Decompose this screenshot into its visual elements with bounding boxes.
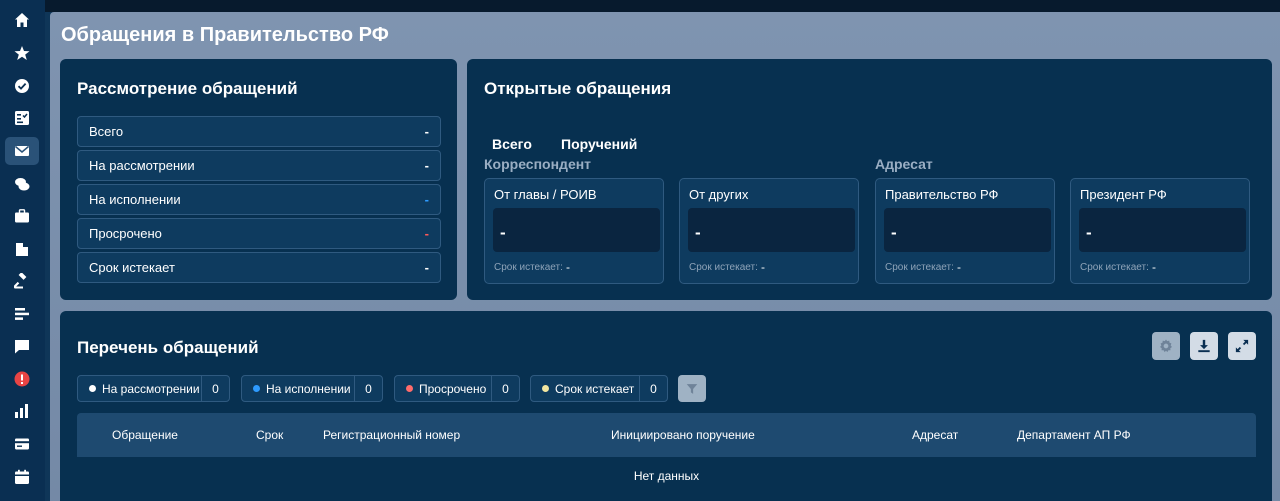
table-header: Обращение Срок Регистрационный номер Ини…	[77, 413, 1256, 457]
column-header-request[interactable]: Обращение	[112, 428, 178, 442]
status-dot	[542, 385, 549, 392]
status-dot	[89, 385, 96, 392]
tab-assignments[interactable]: Поручений	[561, 136, 637, 152]
list-card-title: Перечень обращений	[77, 338, 259, 357]
stat-value: -	[424, 260, 429, 275]
stat-value: -	[424, 226, 429, 241]
stat-card-deadline-value: -	[566, 260, 570, 274]
stat-card-others[interactable]: От других - Срок истекает: -	[679, 178, 859, 284]
stat-label: Срок истекает	[89, 260, 175, 275]
filter-chip-under-review[interactable]: На рассмотрении 0	[77, 375, 230, 402]
download-icon	[1198, 339, 1210, 353]
sidebar	[0, 0, 45, 501]
stat-card-value: -	[695, 223, 701, 242]
stat-card-title: От других	[689, 187, 749, 202]
expand-button[interactable]	[1228, 332, 1256, 360]
check-circle-icon[interactable]	[5, 72, 39, 100]
stat-card-title: От главы / РОИВ	[494, 187, 597, 202]
gavel-icon[interactable]	[5, 267, 39, 295]
stat-row-expiring[interactable]: Срок истекает -	[77, 252, 441, 283]
filter-chip-label: Срок истекает	[555, 381, 635, 396]
filter-chip-count: 0	[639, 376, 667, 401]
stat-card-head-roiv[interactable]: От главы / РОИВ - Срок истекает: -	[484, 178, 664, 284]
stat-card-value-box	[493, 208, 660, 252]
filter-chip-label: Просрочено	[419, 381, 487, 396]
column-header-reg-number[interactable]: Регистрационный номер	[323, 428, 460, 442]
stat-card-deadline-label: Срок истекает:	[1080, 262, 1149, 273]
column-header-addressee[interactable]: Адресат	[912, 428, 958, 442]
filter-chip-count: 0	[354, 376, 382, 401]
stat-label: Просрочено	[89, 226, 162, 241]
gear-icon	[1160, 339, 1172, 353]
column-header-department[interactable]: Департамент АП РФ	[1017, 428, 1131, 442]
stat-card-deadline-value: -	[761, 260, 765, 274]
stat-card-value: -	[500, 223, 506, 242]
filter-chip-count: 0	[201, 376, 229, 401]
stat-card-deadline-label: Срок истекает:	[689, 262, 758, 273]
top-bar	[45, 0, 1280, 12]
column-header-deadline[interactable]: Срок	[256, 428, 283, 442]
stat-card-title: Президент РФ	[1080, 187, 1167, 202]
stat-row-in-execution[interactable]: На исполнении -	[77, 184, 441, 215]
correspondent-label: Корреспондент	[484, 156, 592, 172]
stat-card-value: -	[891, 223, 897, 242]
stat-card-deadline-label: Срок истекает:	[885, 262, 954, 273]
column-header-assignment[interactable]: Инициировано поручение	[611, 428, 755, 442]
stat-row-total[interactable]: Всего -	[77, 116, 441, 147]
status-dot	[253, 385, 260, 392]
stat-row-overdue[interactable]: Просрочено -	[77, 218, 441, 249]
filter-button[interactable]	[678, 375, 706, 402]
stat-card-deadline-value: -	[957, 260, 961, 274]
page-title: Обращения в Правительство РФ	[61, 24, 389, 46]
open-card-title: Открытые обращения	[484, 79, 672, 98]
alert-icon[interactable]	[5, 365, 39, 393]
message-icon[interactable]	[5, 332, 39, 360]
mail-icon[interactable]	[5, 137, 39, 165]
stat-card-value-box	[1079, 208, 1246, 252]
filter-chip-label: На рассмотрении	[102, 381, 200, 396]
review-card-title: Рассмотрение обращений	[77, 79, 298, 98]
bar-chart-icon[interactable]	[5, 397, 39, 425]
stat-card-government[interactable]: Правительство РФ - Срок истекает: -	[875, 178, 1055, 284]
filter-chip-in-execution[interactable]: На исполнении 0	[241, 375, 383, 402]
filter-icon	[686, 383, 698, 394]
stat-value: -	[424, 192, 429, 207]
download-button[interactable]	[1190, 332, 1218, 360]
stat-label: Всего	[89, 124, 124, 139]
stat-card-value: -	[1086, 223, 1092, 242]
filter-chip-count: 0	[491, 376, 519, 401]
settings-button[interactable]	[1152, 332, 1180, 360]
stat-card-president[interactable]: Президент РФ - Срок истекает: -	[1070, 178, 1250, 284]
star-icon[interactable]	[5, 39, 39, 67]
stat-label: На исполнении	[89, 192, 181, 207]
stat-value: -	[424, 124, 429, 139]
expand-icon	[1235, 339, 1249, 353]
filter-chip-label: На исполнении	[266, 381, 351, 396]
stat-value: -	[424, 158, 429, 173]
filter-chip-expiring[interactable]: Срок истекает 0	[530, 375, 668, 402]
stat-card-deadline-value: -	[1152, 260, 1156, 274]
filter-chip-overdue[interactable]: Просрочено 0	[394, 375, 520, 402]
stat-card-title: Правительство РФ	[885, 187, 999, 202]
home-icon[interactable]	[5, 6, 39, 34]
building-icon[interactable]	[5, 235, 39, 263]
stat-label: На рассмотрении	[89, 158, 195, 173]
calendar-icon[interactable]	[5, 463, 39, 491]
task-list-icon[interactable]	[5, 104, 39, 132]
empty-state: Нет данных	[633, 469, 700, 483]
briefcase-icon[interactable]	[5, 202, 39, 230]
chat-icon[interactable]	[5, 170, 39, 198]
addressee-label: Адресат	[875, 156, 933, 172]
status-dot	[406, 385, 413, 392]
stat-row-under-review[interactable]: На рассмотрении -	[77, 150, 441, 181]
tab-total[interactable]: Всего	[492, 136, 532, 152]
stat-card-value-box	[884, 208, 1051, 252]
align-icon[interactable]	[5, 300, 39, 328]
stat-card-deadline-label: Срок истекает:	[494, 262, 563, 273]
card-icon[interactable]	[5, 430, 39, 458]
stat-card-value-box	[688, 208, 855, 252]
